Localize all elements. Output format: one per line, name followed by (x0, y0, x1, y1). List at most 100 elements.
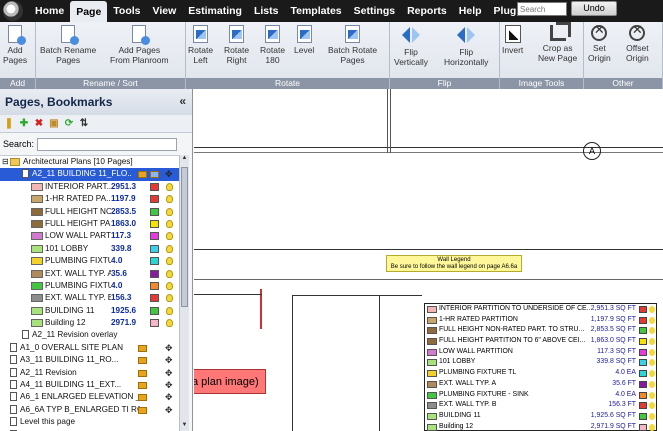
visibility-bulb-icon[interactable] (166, 182, 173, 191)
crop-button[interactable]: Crop as New Page (538, 22, 577, 63)
menu-home[interactable]: Home (29, 0, 70, 22)
bookmark-icon[interactable]: ❚ (4, 118, 14, 129)
ribbon-button-label: Invert (502, 45, 524, 55)
flip-horizontal-button[interactable]: Flip Horizontally (444, 24, 488, 67)
condition-color-icon[interactable] (150, 195, 159, 204)
move-icon[interactable]: ✥ (165, 379, 173, 391)
visibility-bulb-icon[interactable] (166, 232, 173, 241)
tree-page-row[interactable]: A6_6A TYP B_ENLARGED TI RCP ✥ (0, 404, 179, 416)
condition-row[interactable]: BUILDING 11 1925.6 (0, 305, 179, 317)
condition-color-icon[interactable] (150, 269, 159, 278)
condition-row[interactable]: PLUMBING FIXTURE TL4.0 (0, 255, 179, 267)
tree-page-row[interactable]: A2_11 Revision ✥ (0, 367, 179, 379)
move-icon[interactable]: ✥ (165, 367, 173, 379)
undo-button[interactable]: Undo (571, 1, 617, 16)
tree-page-row[interactable]: Level this page (0, 416, 179, 428)
condition-color-icon[interactable] (150, 219, 159, 228)
condition-color-icon[interactable] (150, 257, 159, 266)
menu-templates[interactable]: Templates (284, 0, 347, 22)
condition-row[interactable]: 101 LOBBY 339.8 (0, 243, 179, 255)
tree-root-row[interactable]: ⊟ Architectural Plans [10 Pages] (0, 156, 179, 168)
condition-name: PLUMBING FIXTURE -... (45, 280, 111, 290)
rotate-right-button[interactable]: Rotate Right (224, 24, 249, 65)
menu-view[interactable]: View (147, 0, 183, 22)
condition-color-icon[interactable] (150, 319, 159, 328)
condition-name: FULL HEIGHT NO... (45, 206, 111, 216)
visibility-bulb-icon[interactable] (166, 294, 173, 303)
menu-lists[interactable]: Lists (248, 0, 285, 22)
condition-row[interactable]: FULL HEIGHT PA... 1863.0 (0, 218, 179, 230)
condition-row[interactable]: FULL HEIGHT NO...2853.5 (0, 206, 179, 218)
menu-reports[interactable]: Reports (401, 0, 453, 22)
drawing-canvas[interactable]: A Wall Legend Be sure to follow the wall… (194, 89, 663, 431)
condition-color-icon[interactable] (150, 232, 159, 241)
folder-icon[interactable]: ▣ (49, 118, 59, 129)
visibility-bulb-icon[interactable] (166, 269, 173, 278)
batch-rotate-button[interactable]: Batch Rotate Pages (328, 24, 377, 65)
move-icon[interactable]: ✥ (165, 404, 173, 416)
visibility-bulb-icon[interactable] (166, 281, 173, 290)
planroom-button[interactable]: Add Pages From Planroom (110, 24, 169, 65)
condition-color-icon[interactable] (150, 207, 159, 216)
visibility-bulb-icon[interactable] (166, 306, 173, 315)
condition-row[interactable]: PLUMBING FIXTURE -...4.0 (0, 280, 179, 292)
flip-vertical-button[interactable]: Flip Vertically (394, 24, 428, 67)
condition-color-icon[interactable] (150, 306, 159, 315)
condition-row[interactable]: EXT. WALL TYP. B 156.3 (0, 292, 179, 304)
visibility-bulb-icon[interactable] (166, 257, 173, 266)
move-icon[interactable]: ✥ (165, 168, 173, 180)
refresh-icon[interactable]: ⟳ (64, 118, 74, 129)
menu-tools[interactable]: Tools (107, 0, 146, 22)
visibility-bulb-icon[interactable] (166, 207, 173, 216)
visibility-bulb-icon[interactable] (166, 244, 173, 253)
add-icon[interactable]: ✚ (19, 118, 29, 129)
condition-row[interactable]: INTERIOR PART... 2951.3 (0, 181, 179, 193)
offset-origin-button[interactable]: OffsetOrigin (626, 24, 649, 63)
expand-icon[interactable]: ⊟ (2, 156, 9, 168)
collapse-panel-icon[interactable]: « (179, 94, 186, 108)
condition-color-icon[interactable] (150, 281, 159, 290)
condition-row[interactable]: 1-HR RATED PA... 1197.9 (0, 193, 179, 205)
scroll-up-icon[interactable]: ▲ (181, 155, 188, 164)
invert-button[interactable]: Invert (502, 24, 523, 55)
tree-scrollbar[interactable]: ▲ ▼ (179, 155, 189, 431)
condition-name: 1-HR RATED PA... (45, 194, 111, 204)
condition-color-icon[interactable] (150, 244, 159, 253)
tree-page-row[interactable]: A1_0 OVERALL SITE PLAN ✥ (0, 342, 179, 354)
condition-row[interactable]: LOW WALL PARTI...117.3 (0, 230, 179, 242)
tree-page-row[interactable]: A2_11 Revision overlay (0, 329, 179, 341)
rotate-180-button[interactable]: Rotate 180 (260, 24, 285, 65)
menu-settings[interactable]: Settings (348, 0, 401, 22)
scroll-thumb[interactable] (181, 167, 188, 307)
scroll-down-icon[interactable]: ▼ (181, 422, 188, 431)
search-input[interactable] (517, 2, 567, 16)
condition-row[interactable]: EXT. WALL TYP. A 35.6 (0, 268, 179, 280)
visibility-bulb-icon[interactable] (166, 319, 173, 328)
move-icon[interactable]: ✥ (165, 342, 173, 354)
takeoff-legend: INTERIOR PARTITION TO UNDERSIDE OF CE...… (424, 303, 657, 431)
visibility-bulb-icon[interactable] (166, 219, 173, 228)
sort-icon[interactable]: ⇅ (79, 118, 89, 129)
set-origin-button[interactable]: SetOrigin (588, 24, 611, 63)
condition-color-icon[interactable] (150, 182, 159, 191)
move-icon[interactable]: ✥ (165, 354, 173, 366)
menu-page[interactable]: Page (70, 1, 108, 22)
tree-page-row[interactable]: A4_11 BUILDING 11_EXT... ✥ (0, 379, 179, 391)
tree-page-selected[interactable]: A2_11 BUILDING 11_FLO... ✥ (0, 168, 179, 181)
menu-help[interactable]: Help (453, 0, 488, 22)
level-button[interactable]: Level (294, 24, 314, 55)
panel-search-input[interactable] (37, 137, 178, 151)
condition-row[interactable]: Building 12 2971.9 (0, 317, 179, 329)
condition-color-icon[interactable] (150, 294, 159, 303)
app-logo-icon[interactable] (3, 1, 23, 21)
move-icon[interactable]: ✥ (165, 391, 173, 403)
visibility-bulb-icon[interactable] (166, 195, 173, 204)
add-page-button[interactable]: Add Pages (3, 24, 27, 65)
tree-page-row[interactable]: A6_1 ENLARGED ELEVATION _ W... ✥ (0, 391, 179, 403)
batch-rename-button[interactable]: Batch Rename Pages (40, 24, 96, 65)
menu-estimating[interactable]: Estimating (182, 0, 248, 22)
delete-icon[interactable]: ✖ (34, 118, 44, 129)
rotate-left-button[interactable]: Rotate Left (188, 24, 213, 65)
condition-name: 101 LOBBY (45, 243, 89, 253)
tree-page-row[interactable]: A3_11 BUILDING 11_RO... ✥ (0, 354, 179, 366)
